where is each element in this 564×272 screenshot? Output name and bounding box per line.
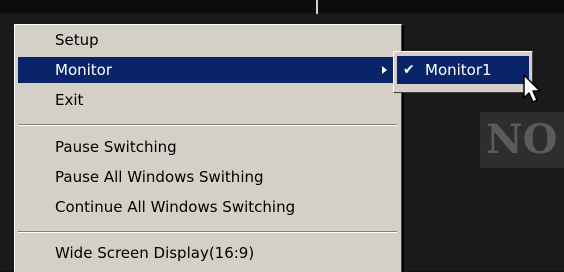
window-top-strip: [0, 0, 564, 12]
menu-item-label: Exit: [55, 91, 84, 109]
menu-item-exit[interactable]: Exit: [18, 87, 397, 113]
menu-item-label: Monitor: [55, 61, 113, 79]
checkmark-icon: ✔: [403, 62, 415, 78]
context-menu: Setup Monitor Exit Pause Switching Pause…: [14, 24, 402, 272]
monitor-submenu: ✔ Monitor1: [393, 51, 533, 93]
menu-item-wide-screen[interactable]: Wide Screen Display(16:9): [18, 240, 397, 266]
menu-item-setup[interactable]: Setup: [18, 27, 397, 53]
menu-item-label: Continue All Windows Switching: [55, 198, 296, 216]
menu-item-label: Pause Switching: [55, 138, 177, 156]
menu-separator: [18, 231, 397, 233]
menu-separator: [18, 124, 397, 126]
submenu-item-monitor1[interactable]: ✔ Monitor1: [397, 56, 529, 84]
menu-item-label: Setup: [55, 31, 99, 49]
menu-item-continue-all-windows[interactable]: Continue All Windows Switching: [18, 194, 397, 220]
menu-item-label: Wide Screen Display(16:9): [55, 244, 255, 262]
submenu-arrow-icon: [382, 66, 387, 74]
menu-item-label: Pause All Windows Swithing: [55, 168, 264, 186]
menu-item-pause-switching[interactable]: Pause Switching: [18, 134, 397, 160]
no-signal-overlay: NO: [480, 112, 564, 168]
menu-item-monitor[interactable]: Monitor: [18, 57, 397, 83]
submenu-item-label: Monitor1: [425, 61, 492, 79]
mouse-cursor-icon: [523, 74, 541, 103]
menu-item-pause-all-windows[interactable]: Pause All Windows Swithing: [18, 164, 397, 190]
